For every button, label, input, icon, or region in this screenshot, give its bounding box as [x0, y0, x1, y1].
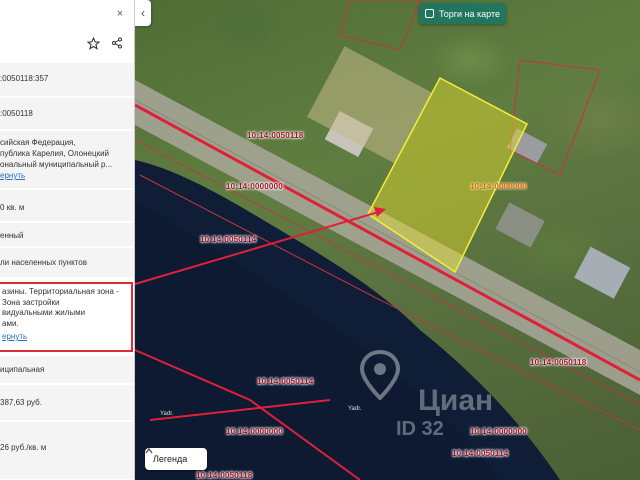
watermark-name: Циан [418, 384, 494, 417]
cadastral-label: 10:14:0000000 [226, 427, 283, 436]
category-row: ли населенных пунктов [0, 248, 134, 278]
cadastral-quarter: :0050118 [0, 109, 33, 118]
house [495, 202, 545, 248]
cadastral-label: 10:14:0000000 [226, 182, 283, 191]
cadastral-label: 10:14:0050114 [200, 235, 257, 244]
address-row: сийская Федерация, публика Карелия, Олон… [0, 131, 134, 189]
checkbox-icon[interactable] [424, 9, 434, 18]
cadastral-label-plot: 10:14:0000000 [470, 182, 527, 191]
parcel-boundary [339, 0, 421, 51]
close-icon[interactable]: × [113, 6, 127, 22]
auctions-on-map-label: Торги на карте [438, 8, 501, 19]
auctions-on-map-toggle[interactable]: Торги на карте [419, 3, 506, 24]
property-panel: × :0050118:357 :0050118 сийская Федераци… [0, 0, 135, 480]
cadastral-label: 10:14:0050118 [196, 471, 253, 480]
status-row: енный [0, 223, 134, 247]
highlighted-usage-box: азины. Территориальная зона - Зона застр… [0, 282, 133, 352]
cadastral-number-row: :0050118:357 [0, 63, 134, 97]
area-row: 0 кв. м [0, 190, 134, 222]
house [574, 246, 631, 299]
cadastral-value-row: 387,63 руб. [0, 385, 134, 421]
collapse-address-link[interactable]: ернуть [0, 171, 134, 180]
cadastral-value: 387,63 руб. [0, 398, 42, 407]
collapse-usage-link[interactable]: ернуть [2, 332, 131, 341]
chevron-up-icon [145, 448, 153, 454]
watermark-id: ID 32 [396, 418, 444, 440]
cadastral-label: 10:14:0000000 [470, 427, 527, 436]
cadastral-label: 10:14:0050118 [530, 358, 587, 367]
legend-label: Легенда [153, 454, 188, 464]
address-text: сийская Федерация, публика Карелия, Олон… [0, 138, 113, 169]
price-per-meter-row: 26 руб./кв. м [0, 422, 134, 480]
price-per-meter: 26 руб./кв. м [0, 443, 47, 452]
location-pin-icon [360, 350, 400, 400]
parcel-boundary [509, 59, 601, 176]
legend-button[interactable]: Легенда [145, 448, 207, 470]
permitted-use-value: азины. Территориальная зона - Зона застр… [2, 287, 119, 328]
area-value: 0 кв. м [0, 203, 25, 212]
ownership-row: иципальная [0, 356, 134, 384]
panel-actions [0, 30, 134, 57]
collapse-panel-button[interactable]: ‹ [135, 0, 151, 26]
place-label: Yadr. [348, 406, 362, 412]
cadastral-number: :0050118:357 [0, 74, 49, 83]
cadastral-label: 10:14:0050114 [452, 449, 509, 458]
star-icon[interactable] [84, 34, 102, 52]
cadastral-label: 10:14:0050118 [247, 131, 304, 140]
share-icon[interactable] [108, 34, 126, 52]
cadastral-quarter-row: :0050118 [0, 98, 134, 130]
status-value: енный [0, 231, 24, 240]
category-value: ли населенных пунктов [0, 258, 87, 267]
cadastral-label: 10:14:0050114 [257, 377, 314, 386]
ownership-value: иципальная [0, 365, 45, 374]
place-label: Yadr. [160, 411, 174, 417]
